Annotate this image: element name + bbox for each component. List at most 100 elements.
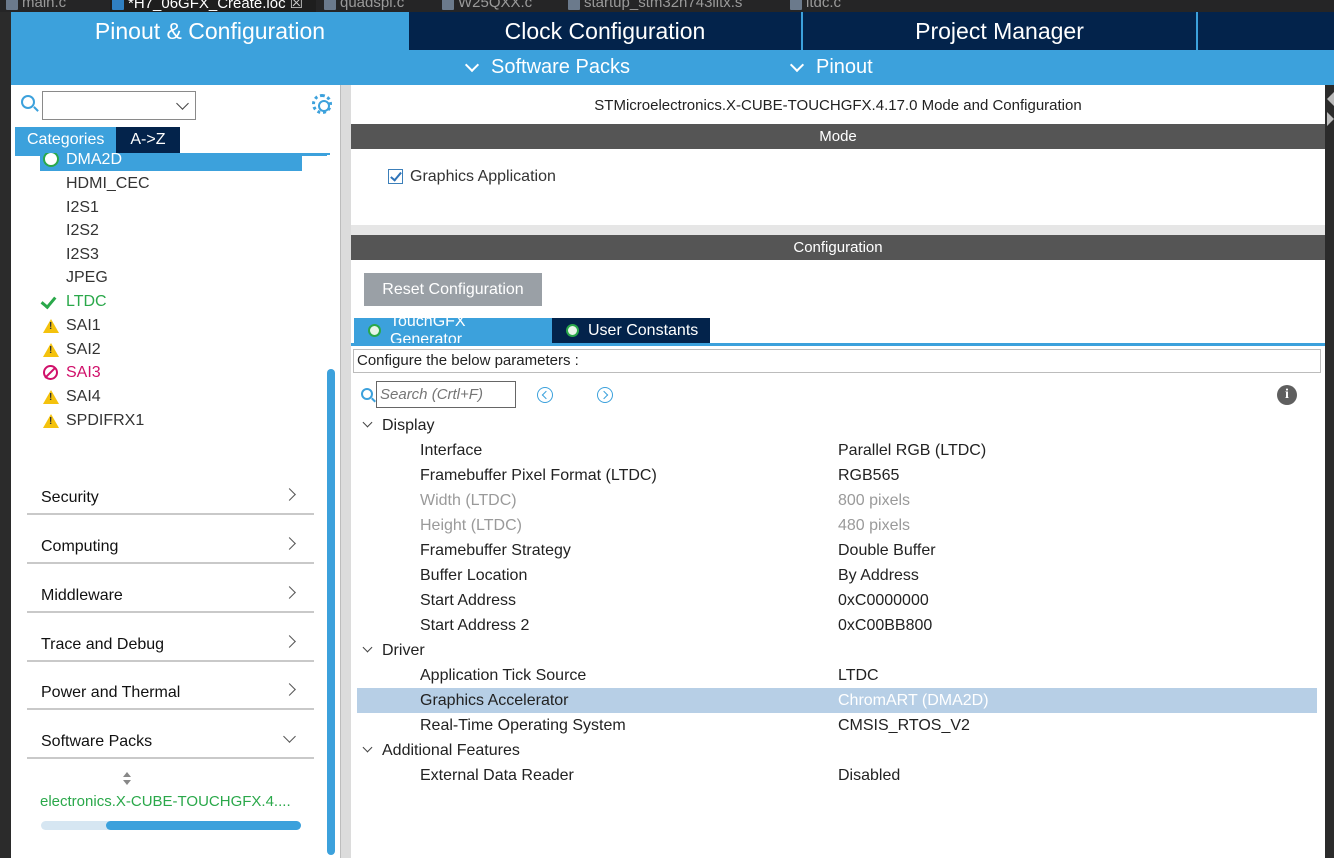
chevron-right-icon — [283, 537, 296, 550]
warning-icon — [43, 390, 59, 404]
peripheral-list: DMA2D HDMI_CEC I2S1 I2S2 I2S3 JPEG LTDC — [40, 153, 302, 433]
chevron-down-icon — [789, 57, 805, 72]
param-row[interactable]: Buffer Location By Address — [357, 563, 1317, 588]
param-row[interactable]: Interface Parallel RGB (LTDC) — [357, 438, 1317, 463]
category-software-packs[interactable]: Software Packs — [27, 713, 314, 759]
category-trace-and-debug[interactable]: Trace and Debug — [27, 616, 314, 662]
list-item-sai1[interactable]: SAI1 — [40, 315, 302, 337]
editor-tab-main-c[interactable]: main.c — [4, 0, 66, 12]
vertical-scrollbar-thumb[interactable] — [327, 369, 335, 855]
chevron-down-icon — [176, 97, 189, 110]
tab-clock-configuration[interactable]: Clock Configuration — [409, 12, 803, 50]
warning-icon — [43, 414, 59, 428]
software-pack-item[interactable]: electronics.X-CUBE-TOUCHGFX.4.... — [40, 793, 291, 810]
list-item-i2s3[interactable]: I2S3 — [40, 244, 302, 266]
previous-match-button[interactable] — [537, 387, 553, 403]
editor-tab-strip: main.c *H7_06GFX_Create.ioc ☒ quadspi.c W… — [0, 0, 1334, 12]
c-file-icon — [442, 0, 454, 10]
param-row[interactable]: External Data Reader Disabled — [357, 763, 1317, 788]
category-view-tabs: Categories A->Z — [15, 127, 180, 153]
tab-touchgfx-generator[interactable]: TouchGFX Generator — [354, 313, 552, 348]
list-item-sai2[interactable]: SAI2 — [40, 339, 302, 361]
editor-tab-ltdc-c[interactable]: ltdc.c — [788, 0, 841, 12]
editor-tab-w25qxx-c[interactable]: W25QXX.c — [440, 0, 532, 12]
param-row[interactable]: Application Tick Source LTDC — [357, 663, 1317, 688]
editor-tab-quadspi-c[interactable]: quadspi.c — [322, 0, 404, 12]
param-row[interactable]: Width (LTDC) 800 pixels — [357, 488, 1317, 513]
info-icon[interactable]: i — [1277, 385, 1297, 405]
chevron-down-icon — [464, 57, 480, 72]
chevron-down-icon — [362, 417, 373, 428]
warning-icon — [43, 343, 59, 357]
next-match-button[interactable] — [597, 387, 613, 403]
config-tabs: TouchGFX Generator User Constants — [354, 313, 710, 348]
param-row[interactable]: Framebuffer Strategy Double Buffer — [357, 538, 1317, 563]
editor-tab-startup-s[interactable]: startup_stm32h743iitx.s — [566, 0, 742, 12]
category-computing[interactable]: Computing — [27, 518, 314, 564]
list-item-dma2d[interactable]: DMA2D — [40, 153, 302, 171]
search-icon[interactable] — [21, 95, 35, 109]
check-circle-icon — [566, 324, 579, 337]
horizontal-scrollbar-thumb[interactable] — [106, 821, 301, 830]
graphics-application-checkbox[interactable] — [388, 169, 403, 184]
gear-icon[interactable] — [312, 94, 332, 114]
list-item-spdifrx1[interactable]: SPDIFRX1 — [40, 410, 302, 432]
check-circle-icon — [43, 153, 59, 167]
list-item-ltdc[interactable]: LTDC — [40, 291, 302, 313]
list-item-i2s2[interactable]: I2S2 — [40, 220, 302, 242]
mode-header: Mode — [351, 124, 1325, 149]
tab-a-to-z[interactable]: A->Z — [116, 127, 180, 153]
list-item-sai4[interactable]: SAI4 — [40, 386, 302, 408]
list-item-hdmi-cec[interactable]: HDMI_CEC — [40, 173, 302, 195]
group-display[interactable]: Display — [357, 413, 1317, 438]
checkmark-icon — [40, 292, 57, 310]
param-row[interactable]: Start Address 2 0xC00BB800 — [357, 613, 1317, 638]
collapse-panel-icon[interactable] — [1327, 88, 1334, 128]
categories-panel: Categories A->Z DMA2D HDMI_CEC I2S1 I2S2… — [11, 85, 340, 858]
pinout-menu[interactable]: Pinout — [789, 50, 873, 85]
category-security[interactable]: Security — [27, 469, 314, 515]
close-icon[interactable]: ☒ — [290, 0, 303, 12]
group-additional-features[interactable]: Additional Features — [357, 738, 1317, 763]
check-circle-icon — [368, 324, 381, 337]
c-file-icon — [790, 0, 802, 10]
chevron-down-icon — [362, 642, 373, 653]
param-row[interactable]: Start Address 0xC0000000 — [357, 588, 1317, 613]
reset-configuration-button[interactable]: Reset Configuration — [364, 273, 542, 306]
category-power-and-thermal[interactable]: Power and Thermal — [27, 664, 314, 710]
category-search-select[interactable] — [42, 91, 196, 120]
tab-pinout-configuration[interactable]: Pinout & Configuration — [11, 12, 409, 50]
category-middleware[interactable]: Middleware — [27, 567, 314, 613]
chevron-right-icon — [283, 488, 296, 501]
parameter-hint: Configure the below parameters : — [353, 349, 1321, 373]
configuration-header: Configuration — [351, 235, 1325, 260]
list-item-i2s1[interactable]: I2S1 — [40, 197, 302, 219]
chevron-right-icon — [283, 586, 296, 599]
group-driver[interactable]: Driver — [357, 638, 1317, 663]
editor-tab-ioc[interactable]: *H7_06GFX_Create.ioc ☒ — [110, 0, 316, 12]
tab-user-constants[interactable]: User Constants — [552, 318, 710, 343]
mode-box: Graphics Application — [351, 149, 1325, 225]
c-file-icon — [324, 0, 336, 10]
chevron-right-icon — [283, 635, 296, 648]
software-packs-menu[interactable]: Software Packs — [464, 50, 630, 85]
param-row[interactable]: Height (LTDC) 480 pixels — [357, 513, 1317, 538]
panel-title: STMicroelectronics.X-CUBE-TOUCHGFX.4.17.… — [594, 97, 1082, 114]
tab-categories[interactable]: Categories — [15, 127, 117, 153]
right-gutter — [1325, 85, 1334, 858]
panel-splitter[interactable] — [340, 85, 351, 858]
asm-file-icon — [568, 0, 580, 10]
chevron-down-icon — [362, 742, 373, 753]
prohibited-icon — [43, 365, 58, 380]
param-row[interactable]: Framebuffer Pixel Format (LTDC) RGB565 — [357, 463, 1317, 488]
param-row[interactable]: Real-Time Operating System CMSIS_RTOS_V2 — [357, 713, 1317, 738]
sort-icon[interactable] — [121, 772, 133, 788]
parameter-search-input[interactable] — [376, 381, 516, 408]
param-row-selected[interactable]: Graphics Accelerator ChromART (DMA2D) — [357, 688, 1317, 713]
list-item-sai3[interactable]: SAI3 — [40, 362, 302, 384]
section-divider — [351, 225, 1325, 235]
tab-project-manager[interactable]: Project Manager — [803, 12, 1198, 50]
list-item-jpeg[interactable]: JPEG — [40, 267, 302, 289]
graphics-application-label: Graphics Application — [410, 168, 556, 185]
warning-icon — [43, 319, 59, 333]
